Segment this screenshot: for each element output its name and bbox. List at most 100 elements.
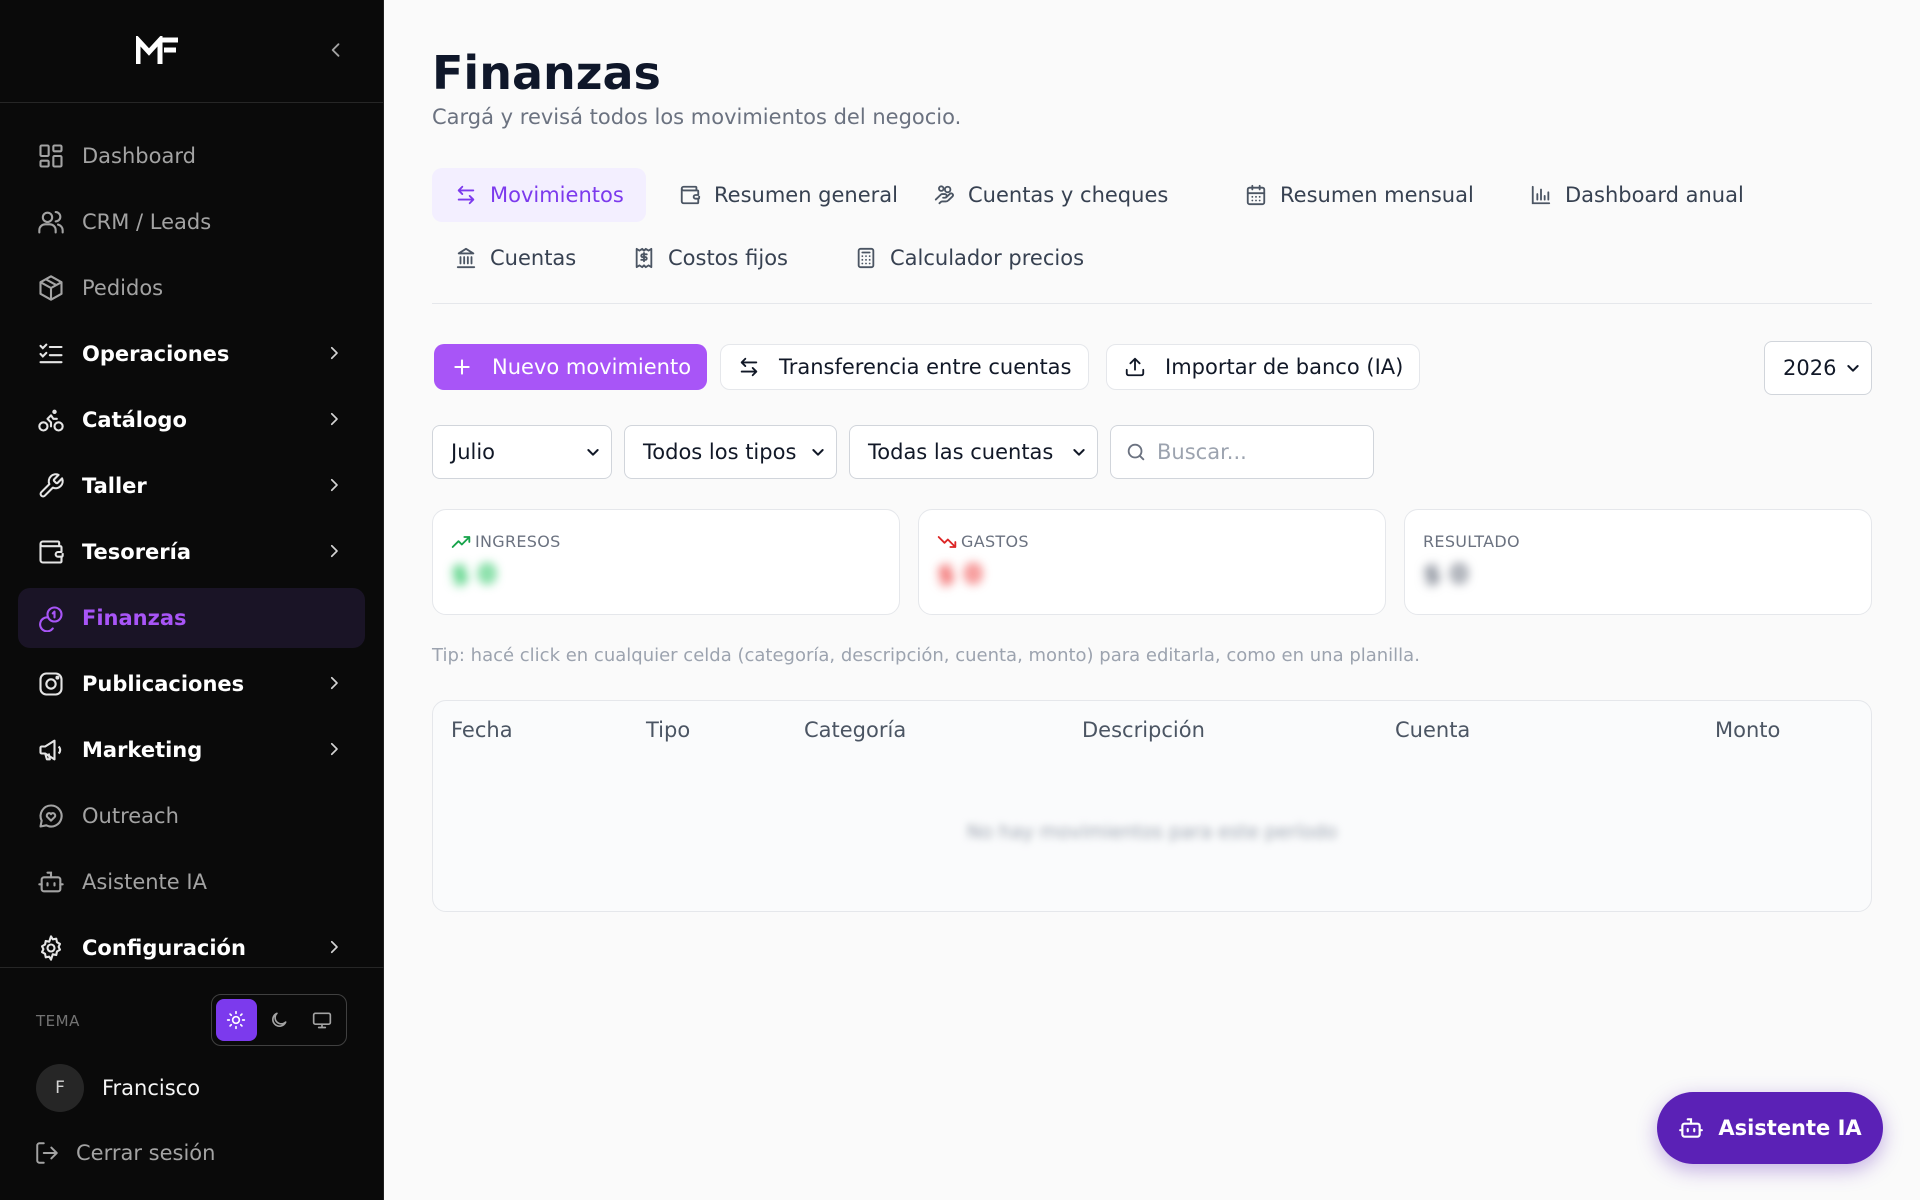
sun-icon	[227, 1010, 246, 1030]
sidebar-item-label: Outreach	[82, 804, 179, 828]
arrows-left-right-icon	[454, 183, 478, 207]
sidebar-item-label: CRM / Leads	[82, 210, 212, 234]
column-header-categoria[interactable]: Categoría	[804, 718, 906, 742]
bike-icon	[36, 405, 66, 435]
tab-label: Calculador precios	[890, 246, 1085, 270]
bot-icon	[1679, 1118, 1704, 1138]
logout-button[interactable]: Cerrar sesión	[34, 1140, 215, 1166]
sidebar-item-label: Publicaciones	[82, 672, 245, 696]
wallet-icon	[678, 183, 702, 207]
theme-light-button[interactable]	[216, 999, 257, 1041]
sidebar-item-taller[interactable]: Taller	[18, 456, 365, 516]
search-input[interactable]	[1157, 440, 1357, 464]
theme-dark-button[interactable]	[259, 999, 300, 1041]
result-value: $ 0	[1423, 560, 1469, 590]
sidebar-item-tesoreria[interactable]: Tesorería	[18, 522, 365, 582]
tab-label: Cuentas y cheques	[968, 183, 1169, 207]
column-header-descripcion[interactable]: Descripción	[1082, 718, 1205, 742]
tab-label: Resumen mensual	[1280, 183, 1474, 207]
tab-costos-fijos[interactable]: Costos fijos	[610, 231, 810, 285]
tab-calculador-precios[interactable]: Calculador precios	[832, 231, 1106, 285]
sidebar-footer: TEMA F Francisco Cerrar sesión	[0, 967, 384, 1200]
income-card-header: INGRESOS	[451, 532, 561, 551]
editing-tip: Tip: hacé click en cualquier celda (cate…	[432, 645, 1420, 666]
expenses-label: GASTOS	[961, 532, 1029, 551]
sidebar-item-label: Dashboard	[82, 144, 196, 168]
tab-movimientos[interactable]: Movimientos	[432, 168, 646, 222]
tab-resumen-general[interactable]: Resumen general	[656, 168, 920, 222]
new-movement-button[interactable]: Nuevo movimiento	[434, 344, 708, 390]
page-title: Finanzas	[432, 46, 661, 100]
transfer-label: Transferencia entre cuentas	[779, 355, 1072, 379]
chevron-right-icon	[325, 938, 343, 956]
search-box	[1110, 425, 1374, 479]
sidebar-item-asistente-ia[interactable]: Asistente IA	[18, 852, 365, 912]
sidebar-item-dashboard[interactable]: Dashboard	[18, 126, 365, 186]
bar-chart-icon	[1529, 183, 1553, 207]
calculator-icon	[854, 246, 878, 270]
sidebar-item-publicaciones[interactable]: Publicaciones	[18, 654, 365, 714]
sidebar-item-outreach[interactable]: Outreach	[18, 786, 365, 846]
movements-table: Fecha Tipo Categoría Descripción Cuenta …	[432, 700, 1872, 912]
receipt-icon	[632, 246, 656, 270]
logout-icon	[36, 1142, 58, 1164]
arrows-left-right-icon	[737, 355, 761, 379]
year-select[interactable]: 2026	[1764, 341, 1872, 395]
chevron-down-icon	[585, 444, 601, 460]
chevron-left-icon	[331, 43, 340, 57]
column-header-fecha[interactable]: Fecha	[451, 718, 513, 742]
theme-system-button[interactable]	[301, 999, 342, 1041]
month-select[interactable]: Julio	[432, 425, 612, 479]
mf-logo-icon	[136, 36, 178, 64]
tab-cuentas[interactable]: Cuentas	[432, 231, 598, 285]
sidebar-header	[0, 0, 383, 103]
sidebar-item-operaciones[interactable]: Operaciones	[18, 324, 365, 384]
sidebar-item-catalogo[interactable]: Catálogo	[18, 390, 365, 450]
ai-assistant-button[interactable]: Asistente IA	[1657, 1092, 1883, 1164]
settings-icon	[36, 933, 66, 963]
upload-icon	[1123, 355, 1147, 379]
sidebar-item-pedidos[interactable]: Pedidos	[18, 258, 365, 318]
user-profile[interactable]: F Francisco	[36, 1064, 200, 1112]
account-select[interactable]: Todas las cuentas	[849, 425, 1098, 479]
column-header-tipo[interactable]: Tipo	[646, 718, 690, 742]
sidebar-item-crm-leads[interactable]: CRM / Leads	[18, 192, 365, 252]
sidebar-item-finanzas[interactable]: Finanzas	[18, 588, 365, 648]
tab-resumen-mensual[interactable]: Resumen mensual	[1222, 168, 1496, 222]
income-value: $ 0	[451, 560, 497, 590]
bot-icon	[36, 867, 66, 897]
account-value: Todas las cuentas	[868, 440, 1054, 464]
trending-down-icon	[937, 535, 957, 548]
column-header-cuenta[interactable]: Cuenta	[1395, 718, 1470, 742]
tab-label: Movimientos	[490, 183, 624, 207]
chevron-right-icon	[325, 542, 343, 560]
type-select[interactable]: Todos los tipos	[624, 425, 837, 479]
brand-logo[interactable]	[136, 36, 180, 66]
page-subtitle: Cargá y revisá todos los movimientos del…	[432, 105, 962, 129]
tab-dashboard-anual[interactable]: Dashboard anual	[1507, 168, 1766, 222]
collapse-sidebar-button[interactable]	[326, 40, 346, 60]
transfer-button[interactable]: Transferencia entre cuentas	[720, 344, 1089, 390]
type-value: Todos los tipos	[643, 440, 797, 464]
tab-cuentas-y-cheques[interactable]: Cuentas y cheques	[910, 168, 1190, 222]
search-icon	[1127, 443, 1145, 461]
sidebar-item-label: Marketing	[82, 738, 203, 762]
megaphone-icon	[36, 735, 66, 765]
year-value: 2026	[1783, 356, 1837, 380]
result-card: RESULTADO $ 0	[1404, 509, 1872, 615]
sidebar-item-label: Pedidos	[82, 276, 164, 300]
empty-state: No hay movimientos para este período	[966, 821, 1338, 843]
hand-coins-icon	[932, 183, 956, 207]
sidebar-item-label: Finanzas	[82, 606, 187, 630]
chevron-right-icon	[325, 344, 343, 362]
result-label: RESULTADO	[1423, 532, 1520, 551]
sidebar-item-label: Configuración	[82, 936, 246, 960]
finance-tabs: Movimientos Resumen general Cuentas y ch…	[432, 168, 1872, 304]
tab-label: Costos fijos	[668, 246, 789, 270]
sidebar-item-marketing[interactable]: Marketing	[18, 720, 365, 780]
package-icon	[36, 273, 66, 303]
column-header-monto[interactable]: Monto	[1715, 718, 1780, 742]
wrench-icon	[36, 471, 66, 501]
chevron-right-icon	[325, 740, 343, 758]
import-bank-button[interactable]: Importar de banco (IA)	[1106, 344, 1421, 390]
